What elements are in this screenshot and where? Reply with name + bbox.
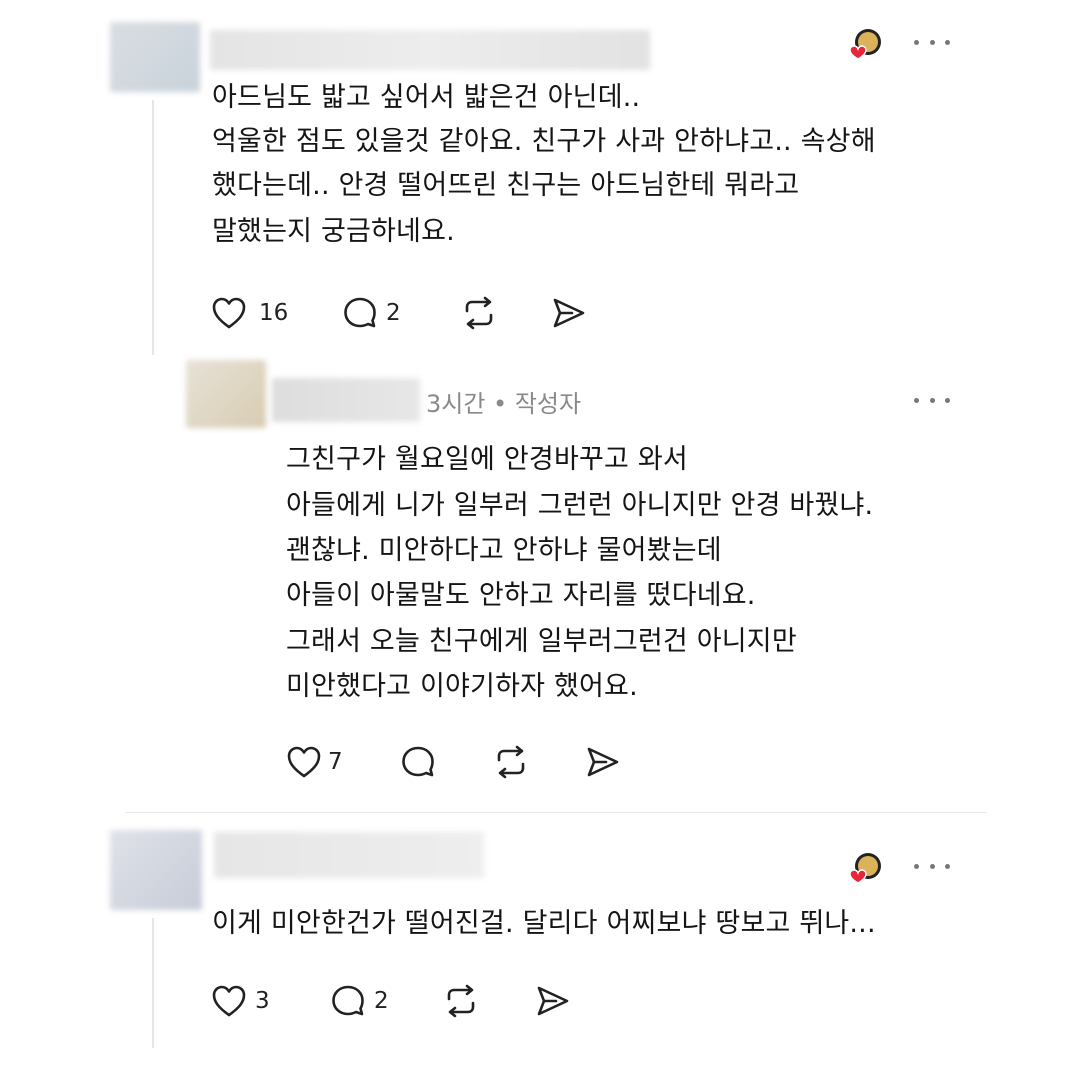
like-count: 7 [328,749,343,775]
username-blurred[interactable] [210,30,650,70]
username-blurred[interactable] [272,378,420,422]
more-dots-icon[interactable] [914,36,950,48]
send-icon [553,298,585,328]
avatar[interactable] [110,22,200,92]
repost-button[interactable] [442,984,480,1018]
comment-icon [344,297,376,328]
comment-text-line: 했다는데.. 안경 떨어뜨린 친구는 아드님한테 뭐라고 [212,170,800,201]
comment-divider [126,812,986,813]
heart-icon [287,746,321,778]
like-count: 3 [255,988,270,1014]
comment-icon [332,985,364,1016]
avatar[interactable] [110,830,202,910]
comment-text-line: 아드님도 밟고 싶어서 밟은건 아닌데.. [212,82,641,113]
comment-text-line: 미안했다고 이야기하자 했어요. [286,671,638,702]
repost-icon [447,984,475,1018]
comment-text-line: 괜찮냐. 미안하다고 안하냐 물어봤는데 [286,535,722,566]
comment-text-line: 이게 미안한건가 떨어진걸. 달리다 어찌보냐 땅보고 뛰나... [212,908,876,939]
reply-count: 2 [386,300,401,326]
thread-line [152,100,154,355]
liked-by-author-badge [846,850,884,888]
comment-text-line: 그래서 오늘 친구에게 일부러그런건 아니지만 [286,626,797,657]
share-button[interactable] [584,745,620,779]
share-button[interactable] [534,984,570,1018]
like-count: 16 [259,300,289,326]
avatar[interactable] [186,360,266,428]
username-blurred[interactable] [214,832,484,878]
reply-button[interactable]: 2 [342,296,401,330]
thread-line [152,918,154,1048]
like-button[interactable]: 7 [286,745,343,779]
liked-by-author-badge [846,26,884,64]
send-icon [587,747,619,777]
more-dots-icon[interactable] [914,860,950,872]
repost-button[interactable] [492,745,530,779]
comment-text-line: 말했는지 궁금하네요. [212,216,455,247]
reply-button[interactable]: 2 [330,984,389,1018]
reply-count: 2 [374,988,389,1014]
like-button[interactable]: 16 [211,296,288,330]
comment-text-line: 그친구가 월요일에 안경바꾸고 와서 [286,444,688,475]
repost-icon [497,745,525,779]
like-button[interactable]: 3 [211,984,270,1018]
timestamp-author-label: 3시간 • 작성자 [426,390,582,418]
comment-text-line: 아들에게 니가 일부러 그런런 아니지만 안경 바꿨냐. [286,490,874,521]
more-dots-icon[interactable] [914,394,950,406]
heart-icon [212,297,246,329]
comment-icon [402,746,434,777]
repost-icon [465,296,493,330]
heart-icon [212,985,246,1017]
comment-text-line: 억울한 점도 있을것 같아요. 친구가 사과 안하냐고.. 속상해 [212,126,876,157]
share-button[interactable] [550,296,586,330]
reply-button[interactable] [400,745,436,779]
repost-button[interactable] [460,296,498,330]
send-icon [537,986,569,1016]
comment-text-line: 아들이 아물말도 안하고 자리를 떴다네요. [286,580,756,611]
